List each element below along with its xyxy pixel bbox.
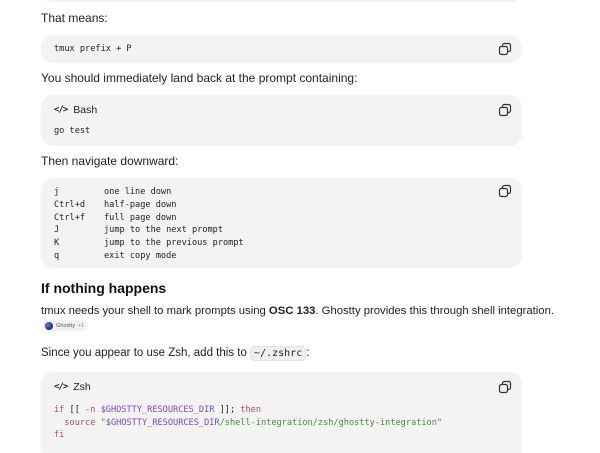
code-icon: </> xyxy=(54,105,68,115)
key-row: Ctrl+f full page down xyxy=(54,211,244,224)
code-body: if [[ -n $GHOSTTY_RESOURCES_DIR ]]; then… xyxy=(54,404,442,442)
key: Ctrl+f xyxy=(54,212,86,223)
paragraph-that-means: That means: xyxy=(41,11,108,25)
paragraph-navigate: Then navigate downward: xyxy=(41,154,179,168)
source-name: Ghostty xyxy=(56,322,75,329)
code-block-bash: </> Bash go test xyxy=(41,95,522,146)
code-block-zsh: </> Zsh if [[ -n $GHOSTTY_RESOURCES_DIR … xyxy=(41,372,522,453)
string: " xyxy=(95,417,106,428)
keyword: fi xyxy=(54,430,65,440)
previous-code-block-edge xyxy=(41,0,522,2)
code-language-label: Bash xyxy=(73,104,98,116)
bold-text: OSC 133 xyxy=(268,305,316,317)
flag: -n xyxy=(85,405,96,415)
code-icon: </> xyxy=(54,382,68,392)
section-heading: If nothing happens xyxy=(41,280,167,296)
key: J xyxy=(54,225,60,236)
code-language-label: Zsh xyxy=(73,381,91,393)
key-description: jump to the previous prompt xyxy=(104,238,244,249)
key-description: half-page down xyxy=(104,200,177,211)
copy-icon[interactable] xyxy=(498,42,512,56)
paragraph-zshrc: Since you appear to use Zsh, add this to… xyxy=(41,345,309,362)
key-row: q exit copy mode xyxy=(54,249,244,262)
text: Since you appear to use Zsh, add this to xyxy=(41,347,251,359)
code-token: ]]; xyxy=(214,405,241,415)
keyword: then xyxy=(240,405,261,415)
copy-icon[interactable] xyxy=(498,184,512,198)
code-language-header: </> Bash xyxy=(54,104,97,116)
key: j xyxy=(54,187,60,198)
code-block-tmux-prefix: tmux prefix + P xyxy=(41,35,522,63)
key-description: one line down xyxy=(104,187,172,198)
copy-icon[interactable] xyxy=(498,380,512,394)
key: K xyxy=(54,238,60,249)
paragraph-land-back: You should immediately land back at the … xyxy=(41,71,358,85)
key: q xyxy=(54,250,60,261)
key-row: j one line down xyxy=(54,186,244,199)
string: " xyxy=(436,417,443,428)
code-line: go test xyxy=(54,126,91,136)
code-line: source "$GHOSTTY_RESOURCES_DIR/shell-int… xyxy=(54,417,442,430)
key-table: j one line down Ctrl+d half-page down Ctrl… xyxy=(54,186,244,262)
copy-icon[interactable] xyxy=(498,103,512,117)
paragraph-osc133: tmux needs your shell to mark prompts us… xyxy=(41,303,554,319)
text: : xyxy=(306,347,310,359)
source-count: +1 xyxy=(77,322,85,329)
text: tmux needs your shell to mark prompts us… xyxy=(41,305,269,317)
key-row: Jjump to the next prompt xyxy=(54,224,244,237)
keyword: source xyxy=(64,417,96,428)
code-line: if [[ -n $GHOSTTY_RESOURCES_DIR ]]; then xyxy=(54,404,442,417)
key-description: full page down xyxy=(104,212,177,223)
code-token: [[ xyxy=(64,405,86,415)
inline-code: ~/.zshrc xyxy=(250,346,307,361)
ghostty-logo-icon xyxy=(45,321,53,330)
code-line: tmux prefix + P xyxy=(54,44,132,54)
code-language-header: </> Zsh xyxy=(54,381,91,393)
code-line: fi xyxy=(54,429,442,442)
key: Ctrl+d xyxy=(54,200,86,211)
variable: $GHOSTTY_RESOURCES_DIR xyxy=(95,405,215,415)
key-row: Ctrl+d half-page down xyxy=(54,199,244,212)
variable: $GHOSTTY_RESOURCES_DIR xyxy=(105,417,220,428)
text: . Ghostty provides this through shell in… xyxy=(315,305,555,317)
key-row: Kjump to the previous prompt xyxy=(54,237,244,250)
code-block-keys: j one line down Ctrl+d half-page down Ctrl… xyxy=(41,178,522,268)
key-description: exit copy mode xyxy=(104,250,177,261)
source-chip[interactable]: Ghostty +1 xyxy=(43,320,89,331)
keyword: if xyxy=(54,405,65,415)
key-description: jump to the next prompt xyxy=(104,225,223,236)
chat-response: That means: tmux prefix + P You should i… xyxy=(0,0,600,453)
string: /shell-integration/zsh/ghostty-integrati… xyxy=(219,417,437,428)
